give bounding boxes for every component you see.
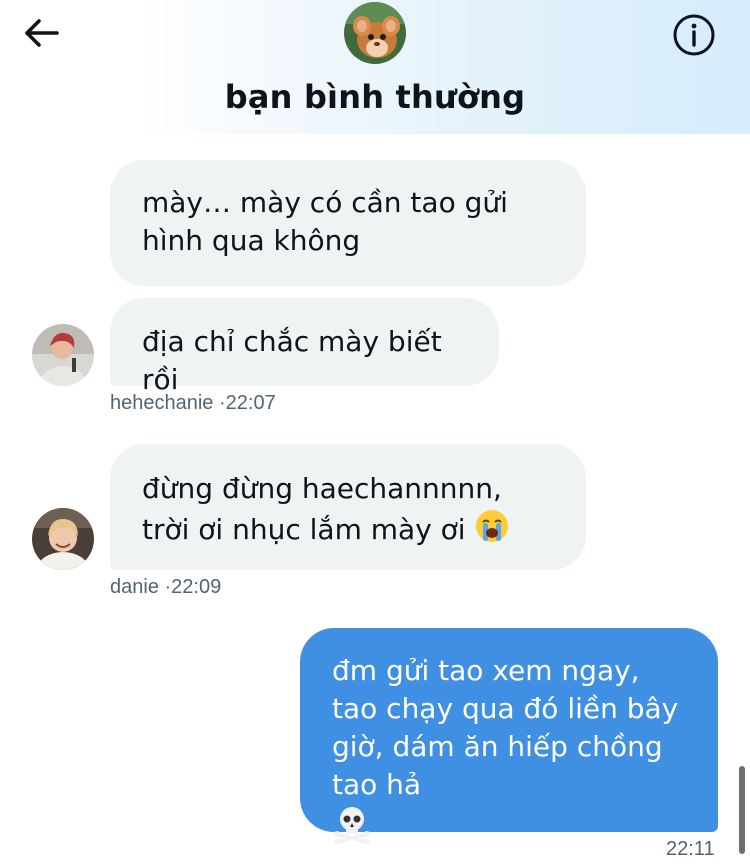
scrollbar[interactable] (739, 766, 745, 854)
info-button[interactable] (671, 12, 717, 58)
sender-avatar[interactable] (32, 324, 94, 386)
message-bubble[interactable]: địa chỉ chắc mày biết rồi (110, 298, 499, 396)
arrow-left-icon (25, 19, 59, 47)
message-meta: hehechanie ·22:07 (110, 392, 276, 415)
message-time: 22:11 (666, 838, 715, 860)
sender-name: danie (110, 576, 159, 598)
message-bubble-outgoing[interactable]: đm gửi tao xem ngay, tao chạy qua đó liề… (300, 628, 718, 845)
message-text: đừng đừng haechannnnn, trời ơi nhục lắm … (142, 472, 502, 546)
info-circle-icon (673, 14, 715, 56)
conversation-title: bạn bình thường (224, 78, 526, 116)
back-button[interactable] (20, 14, 62, 52)
message-time: ·22:09 (164, 576, 222, 598)
conversation-avatar[interactable] (344, 2, 406, 64)
message-bubble[interactable]: mày… mày có cần tao gửi hình qua không (110, 160, 586, 286)
message-time: ·22:07 (219, 392, 276, 414)
message-meta: danie ·22:09 (110, 576, 221, 599)
message-text: đm gửi tao xem ngay, tao chạy qua đó liề… (332, 654, 679, 801)
sender-name: hehechanie (110, 392, 214, 414)
crying-face-icon (474, 508, 510, 554)
message-text: địa chỉ chắc mày biết rồi (142, 325, 442, 396)
sender-avatar[interactable] (32, 508, 94, 570)
chat-header: bạn bình thường (0, 0, 750, 134)
message-text: mày… mày có cần tao gửi hình qua không (142, 186, 508, 257)
message-bubble[interactable]: đừng đừng haechannnnn, trời ơi nhục lắm … (110, 444, 586, 570)
skull-crossbones-icon (332, 804, 372, 854)
